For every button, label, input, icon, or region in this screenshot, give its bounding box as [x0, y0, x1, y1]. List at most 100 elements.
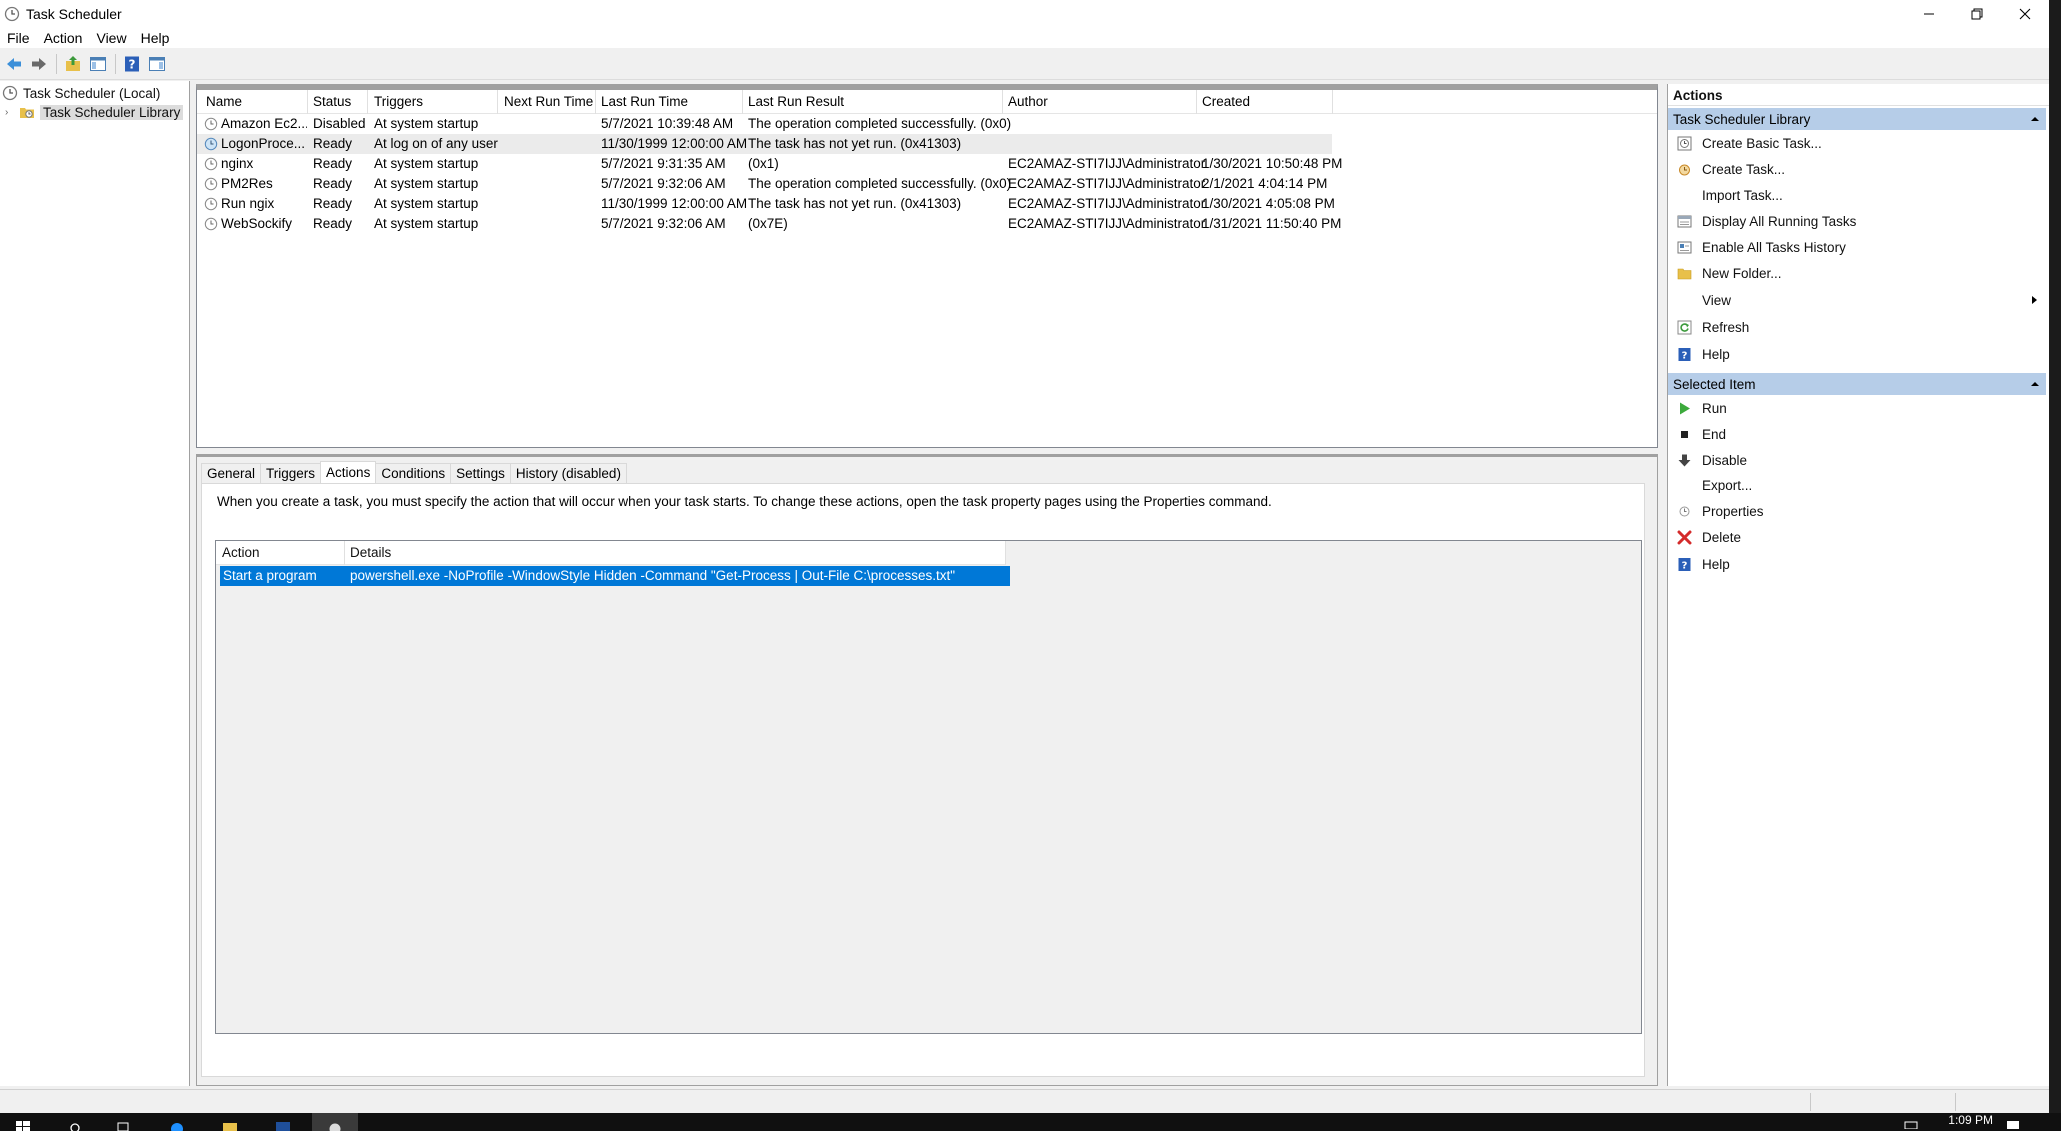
task-row[interactable]: PM2Res Ready At system startup 5/7/2021 … [197, 174, 1332, 194]
task-clock-icon [204, 157, 218, 170]
restore-button[interactable] [1953, 0, 2001, 28]
taskbar-edge-app[interactable] [154, 1113, 200, 1131]
action-create-task[interactable]: Create Task... [1668, 158, 2046, 180]
tab-settings[interactable]: Settings [450, 463, 511, 483]
create-basic-task-icon [1677, 136, 1691, 150]
column-header-triggers[interactable]: Triggers [374, 94, 423, 109]
collapse-arrow-icon[interactable] [2030, 114, 2040, 124]
library-folder-icon [20, 108, 34, 118]
menu-file[interactable]: File [0, 30, 37, 46]
action-new-folder[interactable]: New Folder... [1668, 262, 2046, 284]
section-header-task-scheduler-library[interactable]: Task Scheduler Library [1668, 108, 2046, 130]
action-export[interactable]: Export... [1668, 474, 2046, 496]
menu-help[interactable]: Help [134, 30, 177, 46]
notification-tray-icon[interactable] [2005, 1117, 2021, 1129]
tasks-history-icon [1677, 241, 1691, 253]
help-toolbar-button[interactable]: ? [120, 52, 144, 76]
task-row[interactable]: WebSockify Ready At system startup 5/7/2… [197, 214, 1341, 234]
action-label: Disable [1702, 452, 1748, 468]
taskbar-clock[interactable]: 1:09 PM [1948, 1113, 1993, 1127]
column-header-last-run-result[interactable]: Last Run Result [748, 94, 844, 109]
action-refresh[interactable]: Refresh [1668, 316, 2046, 338]
show-hide-action-pane-button[interactable] [145, 52, 169, 76]
help-icon: ? [1678, 557, 1690, 571]
action-label: Run [1702, 400, 1727, 416]
collapse-arrow-icon[interactable] [2030, 379, 2040, 389]
task-row[interactable]: LogonProce... Ready At log on of any use… [197, 134, 1332, 154]
center-pane: Name Status Triggers Next Run Time Last … [196, 84, 1658, 1086]
action-disable[interactable]: Disable [1668, 449, 2046, 471]
column-separator[interactable] [344, 541, 345, 565]
action-view[interactable]: View [1668, 289, 2046, 311]
tab-history[interactable]: History (disabled) [509, 463, 627, 483]
task-created: 1/30/2021 10:50:48 PM [1202, 156, 1343, 171]
action-import-task[interactable]: Import Task... [1668, 184, 2046, 206]
task-status: Ready [313, 136, 353, 151]
action-label: Export... [1702, 477, 1753, 493]
tab-conditions[interactable]: Conditions [375, 463, 452, 483]
task-view-button[interactable] [100, 1113, 146, 1131]
task-scheduler-clock-icon [4, 6, 20, 22]
tree-node-task-scheduler-library[interactable]: › Task Scheduler Library [5, 103, 184, 121]
menu-view[interactable]: View [89, 30, 133, 46]
column-separator[interactable] [1002, 90, 1003, 114]
network-tray-icon[interactable] [1903, 1117, 1919, 1130]
taskbar-powershell[interactable] [260, 1113, 306, 1131]
column-separator[interactable] [367, 90, 368, 114]
menu-action[interactable]: Action [37, 30, 90, 46]
task-row[interactable]: Run ngix Ready At system startup 11/30/1… [197, 194, 1335, 214]
column-header-created[interactable]: Created [1202, 94, 1250, 109]
action-label: Refresh [1702, 319, 1750, 335]
tab-actions[interactable]: Actions [320, 461, 377, 483]
column-header-last-run-time[interactable]: Last Run Time [601, 94, 688, 109]
column-header-name[interactable]: Name [206, 94, 242, 109]
minimize-icon [1924, 13, 1934, 15]
taskbar-file-explorer[interactable] [207, 1113, 253, 1131]
tab-general[interactable]: General [201, 463, 262, 483]
up-folder-button[interactable] [61, 52, 85, 76]
task-row[interactable]: Amazon Ec2... Disabled At system startup… [197, 114, 1332, 134]
forward-button[interactable] [27, 52, 51, 76]
start-button[interactable] [0, 1113, 46, 1131]
action-display-all-running-tasks[interactable]: Display All Running Tasks [1668, 210, 2046, 232]
taskbar-task-scheduler[interactable] [312, 1113, 358, 1131]
column-separator[interactable] [307, 90, 308, 114]
column-separator[interactable] [1005, 541, 1006, 565]
column-header-details[interactable]: Details [350, 545, 391, 560]
task-status: Ready [313, 196, 353, 211]
title-bar: Task Scheduler [0, 0, 2049, 28]
column-separator[interactable] [497, 90, 498, 114]
column-header-action[interactable]: Action [222, 545, 260, 560]
task-list-header: Name Status Triggers Next Run Time Last … [197, 90, 1657, 114]
section-header-selected-item[interactable]: Selected Item [1668, 373, 2046, 395]
back-button[interactable] [2, 52, 26, 76]
expand-arrow-icon[interactable]: › [5, 107, 15, 118]
action-end[interactable]: End [1668, 423, 2046, 445]
action-run[interactable]: Run [1668, 397, 2046, 419]
column-separator[interactable] [1332, 90, 1333, 114]
action-help-selected[interactable]: ? Help [1668, 553, 2046, 575]
svg-text:?: ? [1681, 560, 1687, 571]
show-hide-console-tree-button[interactable] [86, 52, 110, 76]
minimize-button[interactable] [1905, 0, 1953, 28]
task-row[interactable]: nginx Ready At system startup 5/7/2021 9… [197, 154, 1342, 174]
column-header-status[interactable]: Status [313, 94, 351, 109]
action-properties[interactable]: Properties [1668, 500, 2046, 522]
column-separator[interactable] [595, 90, 596, 114]
column-header-next-run-time[interactable]: Next Run Time [504, 94, 593, 109]
task-scheduler-clock-icon [329, 1123, 341, 1131]
action-delete[interactable]: Delete [1668, 526, 2046, 548]
action-row-selected[interactable]: Start a program powershell.exe -NoProfil… [220, 566, 1010, 586]
action-help[interactable]: ? Help [1668, 343, 2046, 365]
column-separator[interactable] [1196, 90, 1197, 114]
column-header-author[interactable]: Author [1008, 94, 1048, 109]
search-button[interactable] [52, 1113, 98, 1131]
action-create-basic-task[interactable]: Create Basic Task... [1668, 132, 2046, 154]
tab-triggers[interactable]: Triggers [260, 463, 322, 483]
action-enable-all-tasks-history[interactable]: Enable All Tasks History [1668, 236, 2046, 258]
task-last-run-time: 5/7/2021 9:32:06 AM [601, 176, 726, 191]
tree-node-task-scheduler-local[interactable]: Task Scheduler (Local) [2, 84, 160, 102]
column-separator[interactable] [742, 90, 743, 114]
action-label: Enable All Tasks History [1702, 239, 1846, 255]
close-button[interactable] [2001, 0, 2049, 28]
